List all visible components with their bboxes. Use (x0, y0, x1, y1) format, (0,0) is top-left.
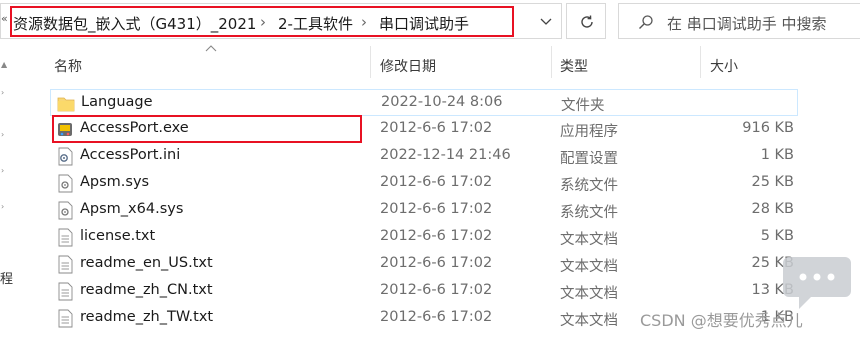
file-size: 28 KB (751, 201, 794, 217)
refresh-icon (581, 15, 593, 28)
file-modified: 2022-10-24 8:06 (381, 94, 503, 110)
nav-expand-arrow-icon[interactable]: › (1, 166, 4, 175)
search-input[interactable]: 在 串口调试助手 中搜索 (618, 3, 860, 39)
file-modified: 2012-6-6 17:02 (380, 282, 493, 298)
file-name[interactable]: Apsm_x64.sys (80, 201, 183, 217)
file-size: 1 KB (760, 147, 794, 163)
file-name[interactable]: readme_zh_TW.txt (80, 309, 213, 325)
file-modified: 2012-6-6 17:02 (380, 255, 493, 271)
file-name[interactable]: Language (81, 94, 153, 110)
text-file-icon (58, 309, 73, 328)
file-type: 文件夹 (561, 98, 605, 114)
text-file-icon (58, 255, 73, 274)
nav-pane-edge[interactable]: ▲ › › › › 程 (0, 42, 13, 338)
file-row[interactable]: Apsm_x64.sys 2012-6-6 17:02 系统文件 28 KB (50, 197, 798, 224)
chevron-down-icon[interactable] (539, 15, 553, 29)
folder-icon (57, 97, 75, 112)
file-row[interactable]: AccessPort.exe 2012-6-6 17:02 应用程序 916 K… (50, 116, 798, 143)
nav-expand-arrow-icon[interactable]: › (1, 88, 4, 97)
file-type: 文本文档 (560, 259, 618, 275)
file-row[interactable]: AccessPort.ini 2022-12-14 21:46 配置设置 1 K… (50, 143, 798, 170)
file-type: 应用程序 (560, 124, 618, 140)
system-file-icon (58, 174, 73, 193)
nav-expand-arrow-icon[interactable]: › (1, 202, 4, 211)
watermark-text: CSDN @想要优秀点儿 (640, 311, 803, 330)
breadcrumb-segment-3[interactable]: 串口调试助手 (379, 13, 469, 34)
nav-expand-arrow-icon[interactable]: › (1, 130, 4, 139)
file-size: 5 KB (760, 228, 794, 244)
column-divider[interactable] (551, 46, 552, 78)
file-row[interactable]: readme_zh_CN.txt 2012-6-6 17:02 文本文档 13 … (50, 278, 798, 305)
search-icon (639, 15, 653, 30)
file-modified: 2012-6-6 17:02 (380, 309, 493, 325)
search-placeholder: 在 串口调试助手 中搜索 (667, 15, 827, 33)
nav-item-partial-text[interactable]: 程 (0, 268, 13, 287)
file-name[interactable]: license.txt (80, 228, 155, 244)
sort-ascending-icon (205, 45, 217, 52)
breadcrumb-separator[interactable]: › (260, 13, 266, 31)
file-modified: 2022-12-14 21:46 (380, 147, 511, 163)
file-row[interactable]: Apsm.sys 2012-6-6 17:02 系统文件 25 KB (50, 170, 798, 197)
file-name[interactable]: readme_en_US.txt (80, 255, 213, 271)
file-name[interactable]: readme_zh_CN.txt (80, 282, 213, 298)
chat-bubble-icon (783, 257, 851, 309)
file-row[interactable]: Language 2022-10-24 8:06 文件夹 (50, 89, 798, 116)
text-file-icon (58, 228, 73, 247)
file-type: 文本文档 (560, 313, 618, 329)
address-bar[interactable]: « 资源数据包_嵌入式（G431）_2021 › 2-工具软件 › 串口调试助手 (0, 3, 562, 39)
file-type: 文本文档 (560, 286, 618, 302)
settings-file-icon (58, 147, 73, 166)
file-size: 916 KB (742, 120, 794, 136)
file-modified: 2012-6-6 17:02 (380, 201, 493, 217)
file-modified: 2012-6-6 17:02 (380, 174, 493, 190)
column-divider[interactable] (700, 46, 701, 78)
file-name[interactable]: AccessPort.ini (80, 147, 180, 163)
refresh-button[interactable] (566, 3, 606, 39)
file-name[interactable]: Apsm.sys (80, 174, 149, 190)
file-type: 文本文档 (560, 232, 618, 248)
file-type: 配置设置 (560, 151, 618, 167)
address-row: « 资源数据包_嵌入式（G431）_2021 › 2-工具软件 › 串口调试助手… (0, 0, 860, 42)
exe-icon (58, 123, 72, 136)
file-type: 系统文件 (560, 178, 618, 194)
breadcrumb-segment-1[interactable]: 资源数据包_嵌入式（G431）_2021 (13, 13, 256, 34)
file-size: 25 KB (751, 174, 794, 190)
file-type: 系统文件 (560, 205, 618, 221)
file-modified: 2012-6-6 17:02 (380, 120, 493, 136)
column-divider[interactable] (370, 46, 371, 78)
address-overflow-arrow-icon[interactable]: « (1, 12, 8, 25)
breadcrumb-segment-2[interactable]: 2-工具软件 (278, 13, 353, 34)
file-name[interactable]: AccessPort.exe (80, 120, 189, 136)
text-file-icon (58, 282, 73, 301)
nav-expand-arrow-icon[interactable]: ▲ (1, 60, 7, 69)
file-row[interactable]: readme_en_US.txt 2012-6-6 17:02 文本文档 25 … (50, 251, 798, 278)
breadcrumb-separator[interactable]: › (361, 13, 367, 31)
file-row[interactable]: license.txt 2012-6-6 17:02 文本文档 5 KB (50, 224, 798, 251)
file-modified: 2012-6-6 17:02 (380, 228, 493, 244)
system-file-icon (58, 201, 73, 220)
